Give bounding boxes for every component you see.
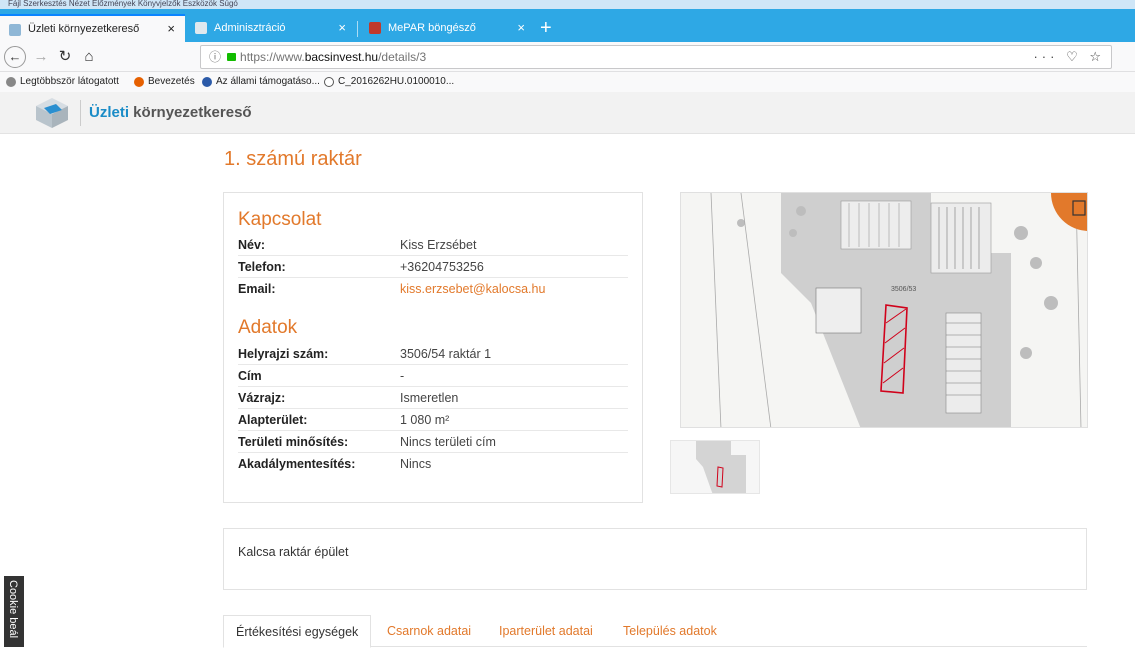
bookmark-bevezetes[interactable]: Bevezetés bbox=[134, 72, 195, 92]
brand-title[interactable]: Üzleti környezetkereső bbox=[89, 104, 252, 121]
close-tab-icon[interactable]: × bbox=[167, 16, 175, 42]
tab-label: Adminisztráció bbox=[214, 22, 286, 34]
data-row-akadalymentesites: Akadálymentesítés: Nincs bbox=[238, 453, 628, 475]
description-text: Kalcsa raktár épület bbox=[238, 545, 349, 559]
close-tab-icon[interactable]: × bbox=[517, 14, 525, 42]
page-title: 1. számú raktár bbox=[224, 148, 362, 170]
tab-ertekesitesi-egysegek[interactable]: Értékesítési egységek bbox=[223, 615, 372, 648]
url-prefix: https://www. bbox=[240, 50, 305, 64]
url-actions[interactable]: ··· ♡ ☆ bbox=[1033, 46, 1105, 68]
mepar-favicon-icon bbox=[369, 22, 381, 34]
close-tab-icon[interactable]: × bbox=[338, 14, 346, 42]
data-row-alapterulet: Alapterület: 1 080 m² bbox=[238, 409, 628, 431]
parcel-label: 3506/53 bbox=[891, 286, 916, 293]
row-value: 3506/54 raktár 1 bbox=[400, 347, 492, 361]
row-value: 1 080 m² bbox=[400, 413, 450, 427]
row-key: Név: bbox=[238, 238, 266, 252]
browser-navbar: ← → ↻ ⌂ ⓘ https://www.bacsinvest.hu/detai… bbox=[0, 42, 1135, 72]
data-row-cim: Cím - bbox=[238, 365, 628, 387]
description-panel: Kalcsa raktár épület bbox=[223, 528, 1087, 590]
site-header: Üzleti környezetkereső bbox=[0, 92, 1135, 134]
row-key: Helyrajzi szám: bbox=[238, 347, 329, 361]
contact-row-email: Email: kiss.erzsebet@kalocsa.hu bbox=[238, 278, 628, 300]
firefox-icon bbox=[134, 77, 144, 87]
url-domain: bacsinvest.hu bbox=[304, 50, 379, 64]
contact-row-name: Név: Kiss Erzsébet bbox=[238, 234, 628, 256]
contact-heading: Kapcsolat bbox=[238, 209, 322, 230]
row-value: Kiss Erzsébet bbox=[400, 238, 477, 252]
bookmark-label: Bevezetés bbox=[148, 76, 195, 87]
row-value: - bbox=[400, 369, 405, 383]
brand-highlight: Üzleti bbox=[89, 104, 130, 121]
header-divider bbox=[80, 100, 81, 126]
bookmark-label: Az állami támogatáso... bbox=[216, 76, 320, 87]
detail-tabs: Értékesítési egységek Csarnok adatai Ipa… bbox=[223, 615, 1087, 648]
data-row-teruleti: Területi minősítés: Nincs területi cím bbox=[238, 431, 628, 453]
row-key: Telefon: bbox=[238, 260, 286, 274]
browser-menubar: Fájl Szerkesztés Nézet Előzmények Könyvj… bbox=[0, 0, 1135, 9]
row-key: Területi minősítés: bbox=[238, 435, 349, 449]
browser-tabbar: Üzleti környezetkereső × Adminisztráció … bbox=[0, 9, 1135, 42]
new-tab-button[interactable]: + bbox=[540, 18, 552, 38]
bookmark-label: C_2016262HU.0100010... bbox=[338, 76, 455, 87]
row-value: Ismeretlen bbox=[400, 391, 459, 405]
flag-icon bbox=[202, 77, 212, 87]
admin-favicon-icon bbox=[195, 22, 207, 34]
browser-tab-adminisztracio[interactable]: Adminisztráció × bbox=[186, 14, 356, 42]
bookmark-label: Legtöbbször látogatott bbox=[20, 76, 119, 87]
tab-iparterulet-adatai[interactable]: Iparterület adatai bbox=[499, 615, 593, 647]
row-key: Alapterület: bbox=[238, 413, 308, 427]
logo-icon[interactable] bbox=[34, 96, 70, 130]
site-favicon-icon bbox=[9, 24, 21, 36]
thumbnail-drawing bbox=[671, 441, 759, 493]
email-link[interactable]: kiss.erzsebet@kalocsa.hu bbox=[400, 278, 545, 300]
reload-button[interactable]: ↻ bbox=[54, 46, 76, 68]
gear-icon bbox=[6, 77, 16, 87]
row-key: Cím bbox=[238, 369, 262, 383]
contact-row-phone: Telefon: +36204753256 bbox=[238, 256, 628, 278]
brand-rest: környezetkereső bbox=[129, 104, 252, 121]
bookmarks-bar: Legtöbbször látogatott Bevezetés Az álla… bbox=[0, 72, 1135, 92]
data-row-vazrajz: Vázrajz: Ismeretlen bbox=[238, 387, 628, 409]
browser-tab-mepar[interactable]: MePAR böngésző × bbox=[360, 14, 535, 42]
tab-label: Üzleti környezetkereső bbox=[28, 23, 140, 35]
row-value: Nincs területi cím bbox=[400, 435, 496, 449]
site-plan-drawing: 3506/53 bbox=[681, 193, 1087, 427]
cookie-settings-tab[interactable]: Cookie beál bbox=[4, 576, 24, 647]
globe-icon bbox=[324, 77, 334, 87]
row-key: Vázrajz: bbox=[238, 391, 286, 405]
tab-separator bbox=[357, 21, 358, 37]
row-key: Akadálymentesítés: bbox=[238, 457, 356, 471]
bookmark-most-visited[interactable]: Legtöbbször látogatott bbox=[6, 72, 119, 92]
tab-label: MePAR böngésző bbox=[388, 22, 476, 34]
data-heading: Adatok bbox=[238, 317, 298, 338]
site-plan-thumbnail[interactable] bbox=[670, 440, 760, 494]
cookie-label: Cookie beál bbox=[7, 580, 19, 639]
lock-icon bbox=[227, 53, 237, 61]
info-panel: Kapcsolat Név: Kiss Erzsébet Telefon: +362… bbox=[223, 192, 643, 503]
info-icon[interactable]: ⓘ bbox=[209, 50, 221, 64]
tab-telepules-adatok[interactable]: Település adatok bbox=[623, 615, 717, 647]
bookmark-allami-tamogatas[interactable]: Az állami támogatáso... bbox=[202, 72, 320, 92]
url-bar[interactable]: ⓘ https://www.bacsinvest.hu/details/3 ···… bbox=[200, 45, 1112, 69]
data-row-helyrajzi: Helyrajzi szám: 3506/54 raktár 1 bbox=[238, 343, 628, 365]
tab-csarnok-adatai[interactable]: Csarnok adatai bbox=[387, 615, 471, 647]
bookmark-c2016262hu[interactable]: C_2016262HU.0100010... bbox=[324, 72, 454, 92]
row-key: Email: bbox=[238, 282, 276, 296]
home-button[interactable]: ⌂ bbox=[78, 46, 100, 68]
site-plan-image[interactable]: 3506/53 bbox=[680, 192, 1088, 428]
row-value: +36204753256 bbox=[400, 260, 484, 274]
back-button[interactable]: ← bbox=[4, 46, 26, 68]
url-path: /details/3 bbox=[378, 50, 427, 64]
row-value: Nincs bbox=[400, 457, 432, 471]
browser-tab-uzleti[interactable]: Üzleti környezetkereső × bbox=[0, 14, 185, 42]
forward-button[interactable]: → bbox=[30, 46, 52, 68]
